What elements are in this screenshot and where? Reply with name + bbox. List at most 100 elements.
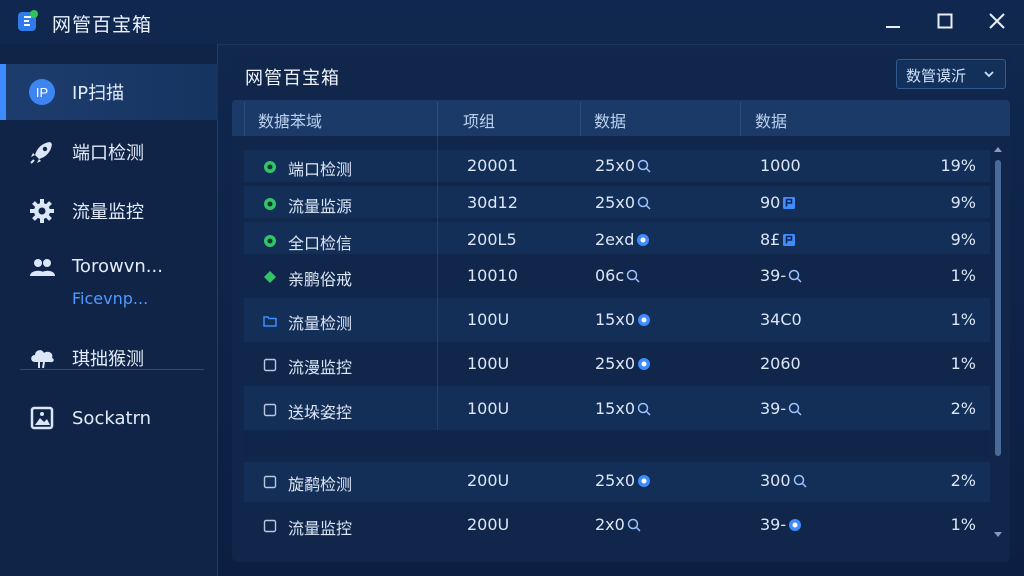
scroll-down-icon[interactable] (994, 532, 1002, 538)
row-data-2-text: 90 (760, 193, 781, 212)
row-data-2-text: 2060 (760, 354, 801, 373)
row-name: 流量监控 (288, 515, 352, 539)
row-data-2: 90 (760, 193, 796, 212)
column-header[interactable]: 数搪苯域 (258, 108, 322, 132)
row-value: 100U (467, 354, 509, 373)
row-checkbox[interactable] (263, 402, 277, 417)
flag-icon (780, 230, 796, 249)
chevron-down-icon (984, 71, 994, 78)
column-header[interactable]: 数据 (594, 108, 626, 132)
row-value: 200L5 (467, 230, 517, 249)
header-divider (740, 102, 741, 136)
sidebar-item-ip-scan[interactable]: IP IP扫描 (0, 64, 218, 120)
row-data-2-text: 300 (760, 471, 791, 490)
row-value: 10010 (467, 266, 518, 285)
flag-icon (780, 193, 796, 212)
target-icon (634, 230, 650, 249)
app-window: 网管百宝箱 IP IP扫描 端口检测 流量监控 Torowvn... Ficev… (0, 0, 1024, 576)
row-name: 端口检测 (288, 156, 352, 180)
search-icon (624, 266, 640, 285)
sidebar-item-traffic-monitor[interactable]: 流量监控 (0, 183, 218, 239)
row-group-gap (244, 430, 990, 458)
page-title: 网管百宝箱 (245, 68, 340, 89)
view-dropdown[interactable]: 数管谟沂 (896, 59, 1006, 89)
row-data-2-text: 1000 (760, 156, 801, 175)
sidebar-item-socket[interactable]: Sockatrn (0, 390, 218, 446)
row-data-2-text: 39- (760, 515, 787, 534)
row-value-text: 200L5 (467, 230, 517, 249)
row-data-2: 34C0 (760, 310, 802, 329)
row-data-text: 2x0 (595, 515, 625, 534)
sidebar-item-port-check[interactable]: 端口检测 (0, 124, 218, 180)
row-data: 06c (595, 266, 640, 285)
row-data-text: 06c (595, 266, 625, 285)
search-icon (786, 266, 802, 285)
title-bar: 网管百宝箱 (0, 0, 1024, 44)
row-value: 200U (467, 515, 509, 534)
close-button[interactable] (977, 6, 1017, 36)
sidebar-item-sublabel[interactable]: Ficevnp... (72, 289, 148, 308)
row-value-text: 100U (467, 399, 510, 418)
row-name-text: 端口检测 (288, 160, 353, 179)
row-checkbox[interactable] (263, 357, 277, 372)
row-value: 100U (467, 310, 509, 329)
minimize-icon (886, 26, 900, 28)
maximize-icon (937, 13, 953, 29)
row-percent: 2% (950, 471, 976, 490)
target-icon (786, 515, 802, 534)
search-icon (635, 399, 651, 418)
maximize-button[interactable] (925, 6, 965, 36)
row-data: 15x0 (595, 310, 651, 329)
row-name: 全口检信 (288, 230, 352, 254)
row-checkbox[interactable] (263, 474, 277, 489)
status-icon (263, 159, 277, 173)
row-value-text: 30d12 (467, 193, 518, 212)
app-logo-icon (18, 10, 38, 31)
row-value: 200U (467, 471, 509, 490)
status-icon (263, 233, 277, 247)
minimize-button[interactable] (873, 6, 913, 36)
row-data: 25x0 (595, 156, 651, 175)
sidebar-item-label: Sockatrn (72, 407, 152, 429)
row-name: 流漫监控 (288, 354, 352, 378)
row-name: 旋鹬检测 (288, 471, 352, 495)
column-header[interactable]: 数据 (755, 108, 787, 132)
sidebar-item-detect[interactable]: 琪拙猴测 (0, 330, 218, 386)
close-icon (989, 13, 1005, 29)
search-icon (625, 515, 641, 534)
row-data-2: 39- (760, 399, 802, 418)
sidebar: IP IP扫描 端口检测 流量监控 Torowvn... Ficevnp... (0, 44, 218, 576)
row-data: 25x0 (595, 471, 651, 490)
row-checkbox[interactable] (263, 518, 277, 533)
row-data-text: 25x0 (595, 471, 636, 490)
scrollbar-thumb[interactable] (995, 160, 1001, 456)
sidebar-item-label: 琪拙猴测 (72, 349, 144, 370)
rocket-icon (28, 138, 56, 166)
target-icon (635, 471, 651, 490)
row-value: 100U (467, 399, 509, 418)
row-name-text: 送垛姿控 (288, 403, 353, 422)
row-percent: 1% (950, 354, 976, 373)
ip-icon: IP (28, 78, 56, 106)
row-name-text: 流漫监控 (288, 358, 353, 377)
folder-icon (263, 313, 277, 327)
status-icon (263, 196, 277, 210)
row-value-text: 100U (467, 310, 510, 329)
row-data-2: 39- (760, 266, 802, 285)
scroll-up-icon[interactable] (994, 146, 1002, 152)
column-header[interactable]: 项组 (463, 108, 495, 132)
row-percent: 1% (950, 266, 976, 285)
gear-icon (28, 197, 56, 225)
row-name-text: 亲鹏俗戒 (288, 270, 353, 289)
row-name: 流量监源 (288, 193, 352, 217)
header-divider (580, 102, 581, 136)
sidebar-item-label: 端口检测 (72, 143, 144, 164)
row-data-2: 39- (760, 515, 802, 534)
row-value: 20001 (467, 156, 518, 175)
row-data-2-text: 34C0 (760, 310, 802, 329)
row-percent: 2% (950, 399, 976, 418)
sidebar-item-users[interactable]: Torowvn... Ficevnp... (0, 241, 218, 311)
row-name-text: 流量监控 (288, 519, 353, 538)
search-icon (786, 399, 802, 418)
row-data-text: 25x0 (595, 354, 636, 373)
